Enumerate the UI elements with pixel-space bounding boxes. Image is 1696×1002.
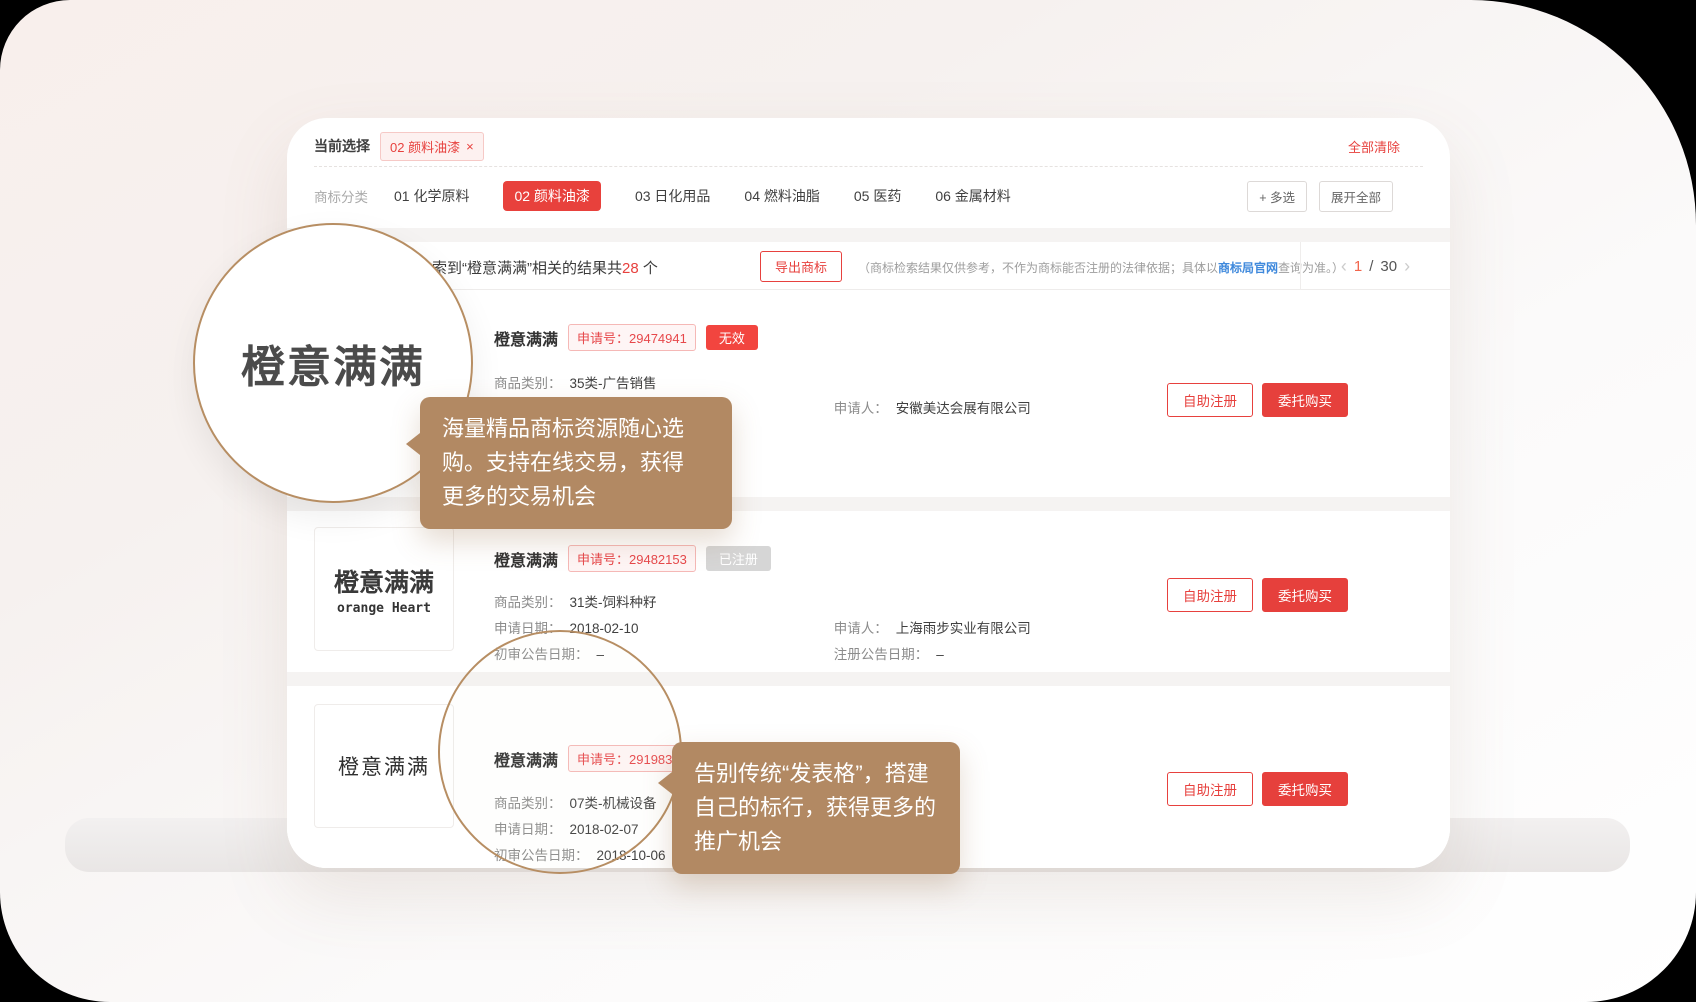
selected-filter-tag[interactable]: 02 颜料油漆 ×	[380, 132, 484, 161]
thumbnail-text: 橙意满满	[338, 751, 430, 781]
field-label: 初审公告日期：	[494, 848, 589, 863]
dashed-divider	[314, 166, 1423, 167]
field-value: 安徽美达会展有限公司	[896, 401, 1031, 416]
field-value: 2018-02-07	[570, 822, 639, 837]
results-header: 检索到“橙意满满”相关的结果共28 个 导出商标 （商标检索结果仅供参考，不作为…	[287, 242, 1450, 290]
trademark-name: 橙意满满	[494, 326, 558, 350]
self-register-button[interactable]: 自助注册	[1167, 772, 1253, 806]
table-row: 橙意满满 orange Heart 橙意满满 申请号：29482153 已注册 …	[287, 511, 1450, 672]
tooltip-line: 购。支持在线交易，获得	[442, 446, 710, 480]
tooltip-line: 自己的标行，获得更多的	[694, 791, 938, 825]
export-trademarks-button[interactable]: 导出商标	[760, 251, 842, 282]
current-selection-label: 当前选择	[314, 136, 370, 156]
tooltip-line: 推广机会	[694, 825, 938, 859]
category-item-05[interactable]: 05 医药	[854, 186, 901, 206]
multi-select-button[interactable]: + 多选	[1247, 181, 1307, 212]
results-disclaimer: （商标检索结果仅供参考，不作为商标能否注册的法律依据；具体以商标局官网查询为准。…	[858, 259, 1344, 276]
field-value: 31类-饲料种籽	[570, 595, 657, 610]
field-label: 申请人：	[834, 401, 888, 416]
category-row: 商标分类 01 化学原料 02 颜料油漆 03 日化用品 04 燃料油脂 05 …	[314, 178, 1393, 214]
trademark-thumbnail: 橙意满满 orange Heart	[314, 527, 454, 651]
field-value: 35类-广告销售	[570, 376, 657, 391]
selected-filter-tag-label: 02 颜料油漆	[390, 137, 460, 156]
category-item-04[interactable]: 04 燃料油脂	[744, 186, 819, 206]
trademark-name: 橙意满满	[494, 747, 558, 771]
tooltip-line: 告别传统“发表格”，搭建	[694, 757, 938, 791]
status-badge: 无效	[706, 325, 758, 350]
tooltip-line: 海量精品商标资源随心选	[442, 412, 710, 446]
prev-page-icon[interactable]: ‹	[1341, 257, 1347, 275]
tag-close-icon[interactable]: ×	[466, 139, 474, 154]
current-selection-row: 当前选择 02 颜料油漆 × 全部清除	[314, 132, 1400, 160]
field-label: 商品类别：	[494, 796, 562, 811]
self-register-button[interactable]: 自助注册	[1167, 578, 1253, 612]
category-item-02-selected[interactable]: 02 颜料油漆	[503, 181, 600, 211]
category-item-03[interactable]: 03 日化用品	[635, 186, 710, 206]
entrust-purchase-button[interactable]: 委托购买	[1262, 772, 1348, 806]
trademark-name: 橙意满满	[494, 547, 558, 571]
next-page-icon[interactable]: ›	[1404, 257, 1410, 275]
field-value: –	[597, 647, 605, 662]
page-background: 当前选择 02 颜料油漆 × 全部清除 商标分类 01 化学原料 02 颜料油漆…	[0, 0, 1696, 1002]
current-page: 1	[1354, 258, 1362, 275]
field-value: 07类-机械设备	[570, 796, 657, 811]
field-label: 商品类别：	[494, 376, 562, 391]
category-item-06[interactable]: 06 金属材料	[935, 186, 1010, 206]
trademark-thumbnail: 橙意满满	[314, 704, 454, 828]
thumbnail-subtext: orange Heart	[337, 601, 431, 616]
magnified-trademark-text: 橙意满满	[241, 331, 425, 395]
results-count: 28	[622, 260, 639, 277]
results-summary-suffix: 个	[639, 260, 658, 277]
field-value: 2018-02-10	[570, 621, 639, 636]
category-item-01[interactable]: 01 化学原料	[394, 186, 469, 206]
trademark-office-link[interactable]: 商标局官网	[1218, 261, 1278, 275]
page-separator: /	[1369, 258, 1373, 275]
row-divider	[287, 672, 1450, 686]
field-label: 商品类别：	[494, 595, 562, 610]
thumbnail-text: 橙意满满	[334, 563, 434, 599]
callout-tooltip-promotion: 告别传统“发表格”，搭建 自己的标行，获得更多的 推广机会	[672, 742, 960, 874]
total-pages: 30	[1380, 258, 1397, 275]
field-label: 初审公告日期：	[494, 647, 589, 662]
pagination: ‹ 1 / 30 ›	[1300, 242, 1450, 290]
entrust-purchase-button[interactable]: 委托购买	[1262, 383, 1348, 417]
results-summary: 检索到“橙意满满”相关的结果共28 个	[417, 257, 658, 278]
expand-all-button[interactable]: 展开全部	[1319, 181, 1393, 212]
field-label: 申请日期：	[494, 822, 562, 837]
clear-all-link[interactable]: 全部清除	[1348, 137, 1400, 156]
application-number-badge: 申请号：29474941	[568, 324, 696, 351]
category-items: 01 化学原料 02 颜料油漆 03 日化用品 04 燃料油脂 05 医药 06…	[394, 181, 1011, 211]
entrust-purchase-button[interactable]: 委托购买	[1262, 578, 1348, 612]
field-label: 注册公告日期：	[834, 647, 929, 662]
filter-section: 当前选择 02 颜料油漆 × 全部清除 商标分类 01 化学原料 02 颜料油漆…	[287, 118, 1450, 228]
self-register-button[interactable]: 自助注册	[1167, 383, 1253, 417]
field-value: 2018-10-06	[597, 848, 666, 863]
application-number-badge: 申请号：29482153	[568, 545, 696, 572]
field-label: 申请日期：	[494, 621, 562, 636]
status-badge: 已注册	[706, 546, 771, 571]
disclaimer-text-1: （商标检索结果仅供参考，不作为商标能否注册的法律依据；具体以	[858, 261, 1218, 275]
tooltip-line: 更多的交易机会	[442, 480, 710, 514]
field-value: –	[936, 647, 944, 662]
category-row-label: 商标分类	[314, 186, 368, 206]
callout-tooltip-marketplace: 海量精品商标资源随心选 购。支持在线交易，获得 更多的交易机会	[420, 397, 732, 529]
field-label: 申请人：	[834, 621, 888, 636]
field-value: 上海雨步实业有限公司	[896, 621, 1031, 636]
category-actions: + 多选 展开全部	[1247, 181, 1393, 212]
results-summary-prefix: 检索到“橙意满满”相关的结果共	[417, 260, 622, 277]
